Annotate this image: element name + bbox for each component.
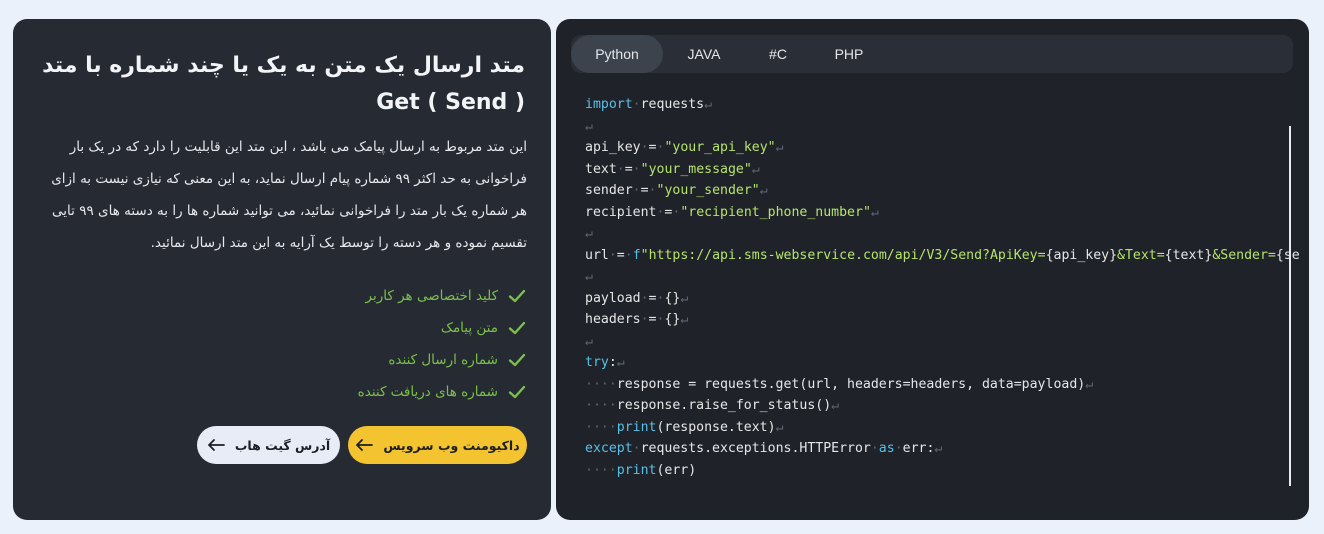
tab-php[interactable]: PHP: [811, 35, 887, 73]
code-line: ····print(response.text)↵: [585, 419, 784, 435]
tab-csharp[interactable]: #C: [745, 35, 811, 73]
code-block: import·requests↵ ↵ api_key·=·"your_api_key…: [585, 94, 1300, 481]
tab-java[interactable]: JAVA: [663, 35, 745, 73]
feature-list: کلید اختصاصی هر کاربر متن پیامک شماره ار…: [227, 280, 527, 408]
code-line: payload·=·{}↵: [585, 290, 689, 306]
language-tabs: Python JAVA #C PHP: [571, 35, 1293, 73]
feature-item: کلید اختصاصی هر کاربر: [227, 280, 527, 312]
description-panel: متد ارسال یک متن به یک یا چند شماره با م…: [13, 19, 551, 520]
feature-item: شماره ارسال کننده: [227, 344, 527, 376]
code-line: text·=·"your_message"↵: [585, 161, 760, 177]
code-line: url·=·f"https://api.sms-webservice.com/a…: [585, 247, 1300, 263]
code-line: try:↵: [585, 355, 625, 370]
code-scrollbar[interactable]: [1289, 126, 1291, 486]
feature-label: کلید اختصاصی هر کاربر: [365, 288, 498, 304]
code-line: ↵: [585, 226, 593, 241]
github-button-label: آدرس گیت هاب: [234, 437, 331, 453]
code-line: ····print(err): [585, 462, 697, 478]
check-icon: [507, 382, 527, 402]
code-panel: Python JAVA #C PHP import·requests↵ ↵ api_…: [556, 19, 1309, 520]
code-line: ····response = requests.get(url, headers…: [585, 376, 1094, 392]
feature-label: شماره های دریافت کننده: [357, 384, 498, 400]
feature-label: شماره ارسال کننده: [388, 352, 498, 368]
code-line: api_key·=·"your_api_key"↵: [585, 140, 784, 155]
code-line: except·requests.exceptions.HTTPError·as·…: [585, 441, 943, 456]
code-line: ↵: [585, 269, 593, 284]
arrow-left-icon: [207, 438, 225, 452]
check-icon: [507, 286, 527, 306]
code-line: headers·=·{}↵: [585, 312, 689, 327]
code-line: ↵: [585, 333, 593, 349]
feature-item: متن پیامک: [227, 312, 527, 344]
arrow-left-icon: [355, 438, 374, 452]
code-line: import·requests↵: [585, 97, 713, 112]
code-line: recipient·=·"recipient_phone_number"↵: [585, 204, 879, 220]
code-line: sender·=·"your_sender"↵: [585, 183, 768, 198]
method-title: متد ارسال یک متن به یک یا چند شماره با م…: [42, 53, 525, 115]
check-icon: [507, 318, 527, 338]
method-description: این متد مربوط به ارسال پیامک می باشد ، ا…: [51, 139, 527, 251]
check-icon: [507, 350, 527, 370]
code-line: ↵: [585, 118, 593, 134]
feature-item: شماره های دریافت کننده: [227, 376, 527, 408]
tab-python[interactable]: Python: [571, 35, 663, 73]
docs-button[interactable]: داکیومنت وب سرویس: [348, 426, 527, 464]
feature-label: متن پیامک: [440, 320, 498, 336]
docs-button-label: داکیومنت وب سرویس: [383, 437, 520, 453]
github-button[interactable]: آدرس گیت هاب: [197, 426, 340, 464]
code-line: ····response.raise_for_status()↵: [585, 398, 840, 413]
